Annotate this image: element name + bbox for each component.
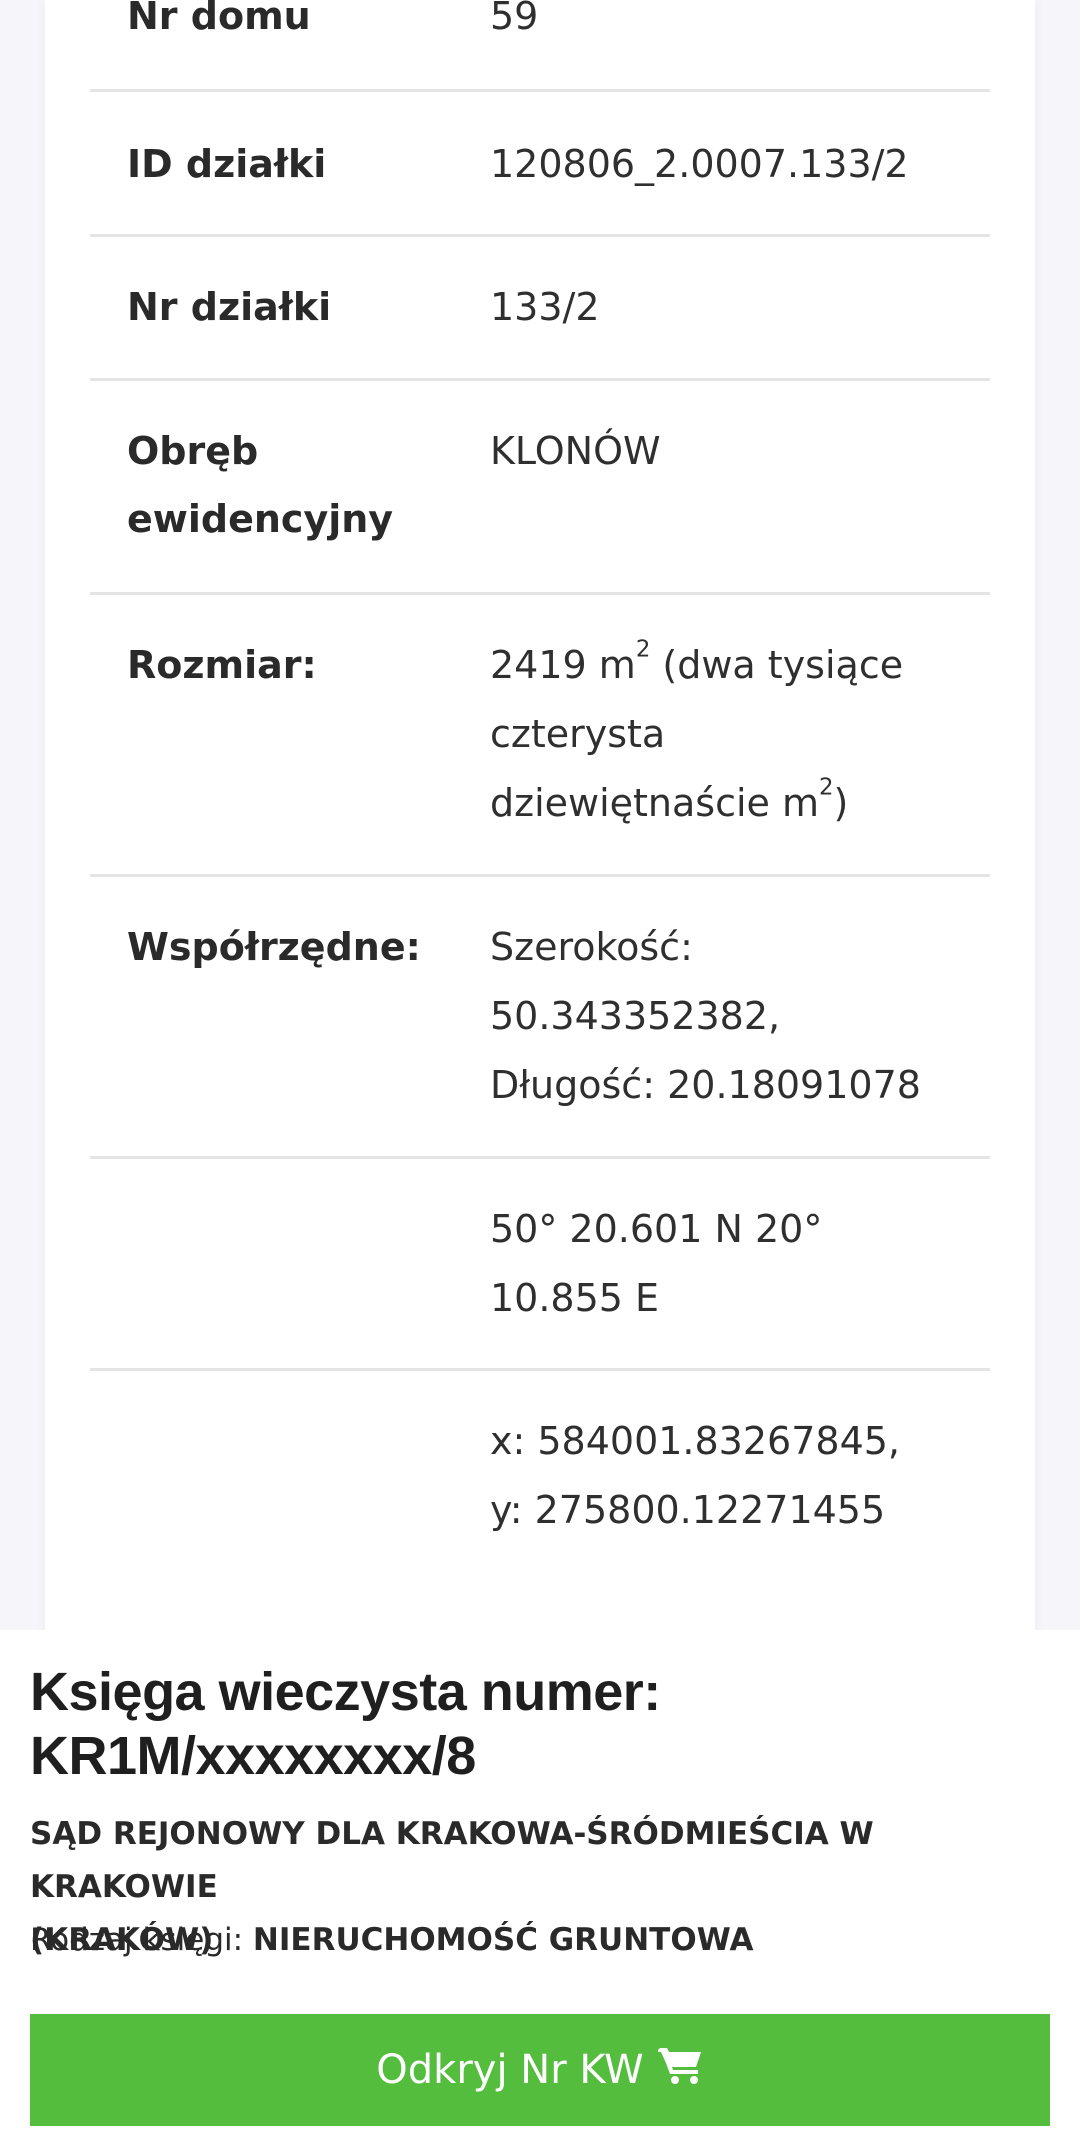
size-words-1: (dwa tysiące [650,643,904,687]
row-plot-number: Nr działki 133/2 [90,237,990,381]
row-precinct: Obręb ewidencyjny KLONÓW [90,381,990,595]
size-line1: 2419 m2 (dwa tysiące [490,631,960,700]
size-words-close: ) [833,781,849,825]
size-words-sup: 2 [819,774,834,801]
precinct-label: Obręb ewidencyjny [127,417,457,553]
land-register-number: KR1M/xxxxxxxx/8 [30,1726,476,1786]
size-value: 2419 m2 (dwa tysiące czterysta dziewiętn… [490,631,960,838]
reveal-kw-button-label: Odkryj Nr KW [376,2047,644,2093]
register-type-value: NIERUCHOMOŚĆ GRUNTOWA [252,1922,754,1958]
size-line3: dziewiętnaście m2) [490,769,960,838]
plot-details-card: Nr domu 59 ID działki 120806_2.0007.133/… [45,0,1035,1640]
size-area-sup: 2 [635,636,651,663]
precinct-label-line1: Obręb [127,429,259,473]
latitude-value: 50.343352382, [490,994,781,1038]
precinct-label-line2: ewidencyjny [127,497,394,541]
row-size: Rozmiar: 2419 m2 (dwa tysiące czterysta … [90,595,990,877]
land-register-panel: Księga wieczysta numer: KR1M/xxxxxxxx/8 … [0,1630,1080,2134]
coordinates-label: Współrzędne: [127,925,421,969]
court-name-line1: SĄD REJONOWY DLA KRAKOWA-ŚRÓDMIEŚCIA W K… [30,1816,874,1905]
register-type-label: Rodzaj księgi: [30,1922,244,1958]
coordinates-value: Szerokość: 50.343352382, Długość: 20.180… [490,913,960,1120]
dms-line2: 10.855 E [490,1276,660,1320]
cart-icon [655,2044,704,2096]
land-register-title-line1: Księga wieczysta numer: [30,1662,661,1722]
reveal-kw-button[interactable]: Odkryj Nr KW [30,2014,1050,2126]
longitude-line: Długość: 20.18091078 [490,1063,921,1107]
xy-value: x: 584001.83267845, y: 275800.12271455 [490,1407,960,1545]
size-label: Rozmiar: [127,643,317,687]
row-xy-coordinates: x: 584001.83267845, y: 275800.12271455 [90,1371,990,1591]
dms-line1: 50° 20.601 N 20° [490,1207,823,1251]
row-plot-id: ID działki 120806_2.0007.133/2 [90,92,990,237]
plot-id-label: ID działki [127,142,327,186]
plot-number-value: 133/2 [490,285,600,329]
row-house-number: Nr domu 59 [90,0,990,92]
dms-value: 50° 20.601 N 20° 10.855 E [490,1195,960,1333]
register-type: Rodzaj księgi: NIERUCHOMOŚĆ GRUNTOWA [30,1914,1040,1967]
house-number-label: Nr domu [127,0,311,38]
precinct-value: KLONÓW [490,429,661,473]
house-number-value: 59 [490,0,539,38]
plot-number-label: Nr działki [127,285,332,329]
row-dms-coordinates: 50° 20.601 N 20° 10.855 E [90,1159,990,1371]
size-words-2: czterysta [490,712,666,756]
land-register-title: Księga wieczysta numer: KR1M/xxxxxxxx/8 [30,1660,1030,1788]
size-area: 2419 m [490,643,636,687]
row-coordinates: Współrzędne: Szerokość: 50.343352382, Dł… [90,877,990,1159]
latitude-label: Szerokość: [490,925,693,969]
plot-id-value: 120806_2.0007.133/2 [490,142,909,186]
size-words-3: dziewiętnaście m [490,781,820,825]
xy-line1: x: 584001.83267845, [490,1419,901,1463]
xy-line2: y: 275800.12271455 [490,1488,886,1532]
